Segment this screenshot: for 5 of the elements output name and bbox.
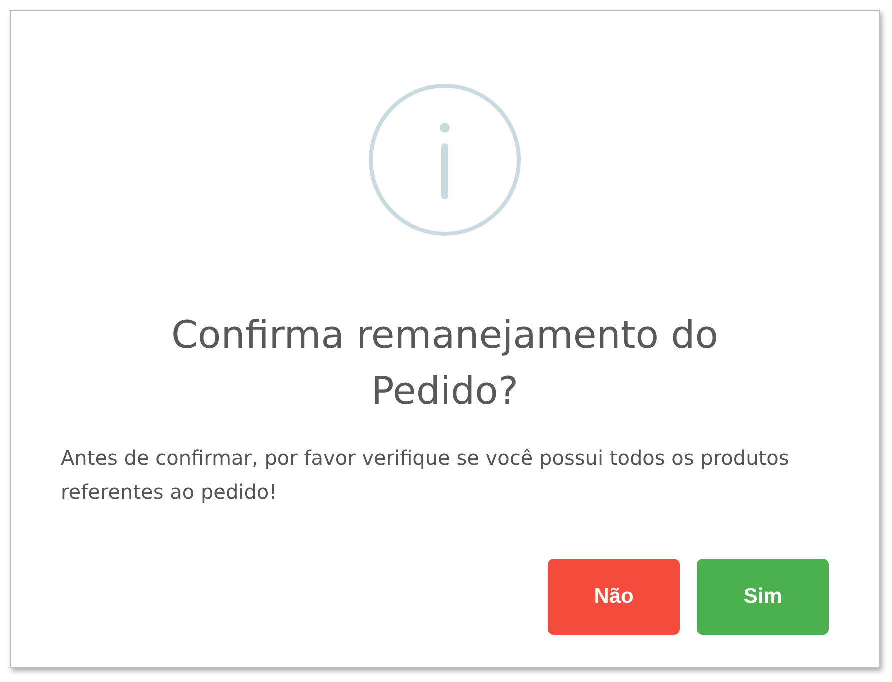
yes-button[interactable]: Sim bbox=[697, 559, 829, 635]
info-icon bbox=[368, 83, 522, 237]
no-button[interactable]: Não bbox=[548, 559, 680, 635]
dialog-message: Antes de confirmar, por favor verifique se você possui todos os produtos referentes ao pedido! bbox=[60, 445, 790, 506]
dialog-title: Confirma remanejamento do Pedido? bbox=[170, 312, 720, 415]
